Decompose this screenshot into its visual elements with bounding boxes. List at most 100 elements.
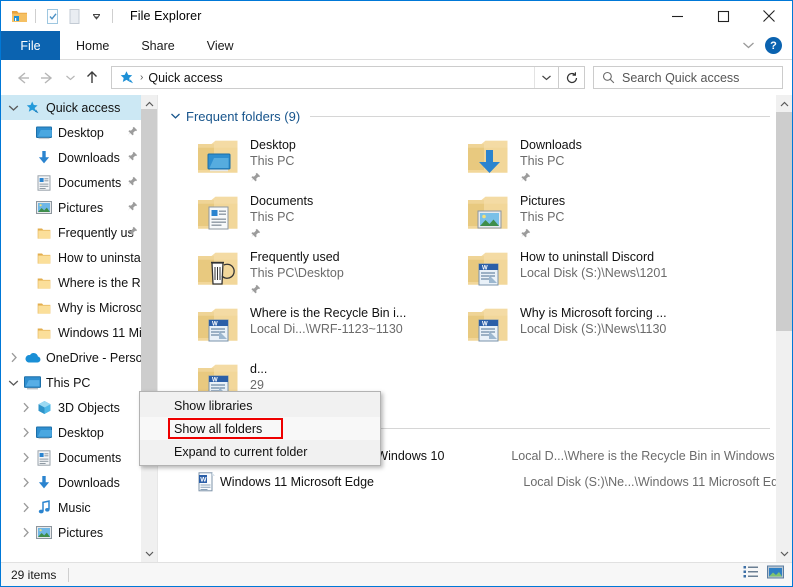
search-box[interactable]: Search Quick access [593,66,783,89]
search-input[interactable]: Search Quick access [622,71,739,85]
status-divider [68,567,70,582]
sidebar-item-onedrive-person[interactable]: OneDrive - Person [1,345,142,370]
menu-item-show-all-folders[interactable]: Show all folders [140,417,380,440]
chevron-down-icon[interactable] [5,95,22,120]
sidebar-item-how-to-uninstall[interactable]: How to uninstall [1,245,142,270]
tab-view[interactable]: View [191,31,250,60]
nav-scroll-down-icon[interactable] [141,545,157,562]
frequent-folder-item[interactable]: Pictures This PC [464,187,734,243]
chevron-right-icon[interactable] [5,345,22,370]
frequent-folder-text: d... 29 [242,358,267,393]
tab-home[interactable]: Home [60,31,125,60]
previous-locations-dropdown[interactable] [534,67,558,88]
refresh-button[interactable] [559,66,585,89]
frequent-folder-item[interactable]: Documents This PC [194,187,464,243]
chevron-right-icon[interactable] [17,420,34,445]
pin-icon [250,282,344,300]
sidebar-item-downloads[interactable]: Downloads [1,470,142,495]
sidebar-item-pictures[interactable]: Pictures [1,195,142,220]
sidebar-item-pictures[interactable]: Pictures [1,520,142,545]
details-view-icon[interactable] [743,565,759,584]
breadcrumb[interactable]: Quick access [148,71,222,85]
maximize-button[interactable] [700,1,746,31]
sidebar-item-label: Frequently us [58,225,134,240]
sidebar-item-frequently-us[interactable]: Frequently us [1,220,142,245]
chevron-right-icon[interactable] [17,470,34,495]
chevron-down-icon[interactable] [170,112,186,120]
this-pc-icon [22,370,42,395]
sidebar-item-windows-11-mic[interactable]: Windows 11 Mic [1,320,142,345]
svg-text:W: W [482,265,488,271]
frequent-folders-header[interactable]: Frequent folders (9) [158,105,792,127]
properties-icon[interactable] [41,5,63,27]
sidebar-item-documents[interactable]: Documents [1,445,142,470]
sidebar-item-music[interactable]: Music [1,495,142,520]
recent-file-row[interactable]: W Windows 11 Microsoft Edge Local Disk (S:… [194,469,792,495]
sidebar-item-desktop[interactable]: Desktop [1,120,142,145]
frequent-folder-text: Desktop This PC [242,134,296,188]
content-scrollbar[interactable] [776,95,792,562]
menu-item-show-all-folders-label: Show all folders [174,421,263,436]
word-doc-icon: W [194,472,220,492]
title-bar: File Explorer [1,1,792,31]
chevron-right-icon[interactable] [17,495,34,520]
frequent-folder-item[interactable]: Frequently used This PC\Desktop [194,243,464,299]
view-buttons [743,565,784,584]
folder-icon[interactable] [8,5,30,27]
nav-scroll-thumb[interactable] [141,109,157,391]
content-scroll-down-icon[interactable] [776,545,792,562]
back-button[interactable] [9,65,35,91]
close-button[interactable] [746,1,792,31]
sidebar-item-label: Desktop [58,425,104,440]
frequent-folder-item[interactable]: Desktop This PC [194,131,464,187]
tab-file[interactable]: File [1,31,60,60]
nav-scrollbar[interactable] [141,95,157,562]
forward-button[interactable] [35,65,61,91]
sidebar-item-quick-access[interactable]: Quick access [1,95,142,120]
recent-locations-button[interactable] [61,65,79,91]
frequent-folder-path: This PC [520,210,565,224]
content-scroll-thumb[interactable] [776,112,792,331]
frequent-folder-item[interactable]: W Why is Microsoft forcing ... Local Disk … [464,299,734,355]
chevron-down-icon[interactable] [739,37,757,55]
minimize-button[interactable] [654,1,700,31]
customize-dropdown-icon[interactable] [85,5,107,27]
new-folder-icon[interactable] [63,5,85,27]
sidebar-item-where-is-the-rec[interactable]: Where is the Rec [1,270,142,295]
chevron-down-icon[interactable] [5,370,22,395]
up-button[interactable] [79,65,105,91]
frequent-folder-text: Frequently used This PC\Desktop [242,246,344,300]
frequent-folder-item[interactable]: Downloads This PC [464,131,734,187]
folder-icon [34,245,54,270]
section-divider [310,115,770,117]
tab-share[interactable]: Share [125,31,190,60]
address-field[interactable]: › Quick access [111,66,559,89]
search-icon [602,71,615,84]
sidebar-item-downloads[interactable]: Downloads [1,145,142,170]
sidebar-item-documents[interactable]: Documents [1,170,142,195]
chevron-right-icon[interactable] [17,445,34,470]
frequent-folder-path: Local Di...\WRF-1123~1130 [250,322,403,336]
sidebar-item-label: How to uninstall [58,250,142,265]
svg-text:W: W [212,321,218,327]
menu-item-show-libraries[interactable]: Show libraries [140,394,380,417]
menu-item-expand-to-current-folder[interactable]: Expand to current folder [140,440,380,463]
sidebar-item-why-is-microsof[interactable]: Why is Microsof [1,295,142,320]
chevron-right-icon[interactable] [17,395,34,420]
sidebar-item-desktop[interactable]: Desktop [1,420,142,445]
frequent-folder-item[interactable]: W How to uninstall Discord Local Disk (S:)… [464,243,734,299]
pictures-icon [34,195,54,220]
large-icons-view-icon[interactable] [767,565,784,584]
sidebar-item-3d-objects[interactable]: 3D Objects [1,395,142,420]
frequent-folder-name: Desktop [250,138,296,152]
chevron-right-icon[interactable] [17,520,34,545]
sidebar-item-this-pc[interactable]: This PC [1,370,142,395]
folder-word-icon: W [464,246,512,294]
content-scroll-up-icon[interactable] [776,95,792,112]
sidebar-item-label: Documents [58,450,122,465]
frequent-folder-item[interactable]: W Where is the Recycle Bin i... Local Di..… [194,299,464,355]
help-icon[interactable]: ? [765,37,782,54]
frequent-folder-path: This PC [520,154,565,168]
frequent-folder-text: Where is the Recycle Bin i... Local Di...… [242,302,406,337]
